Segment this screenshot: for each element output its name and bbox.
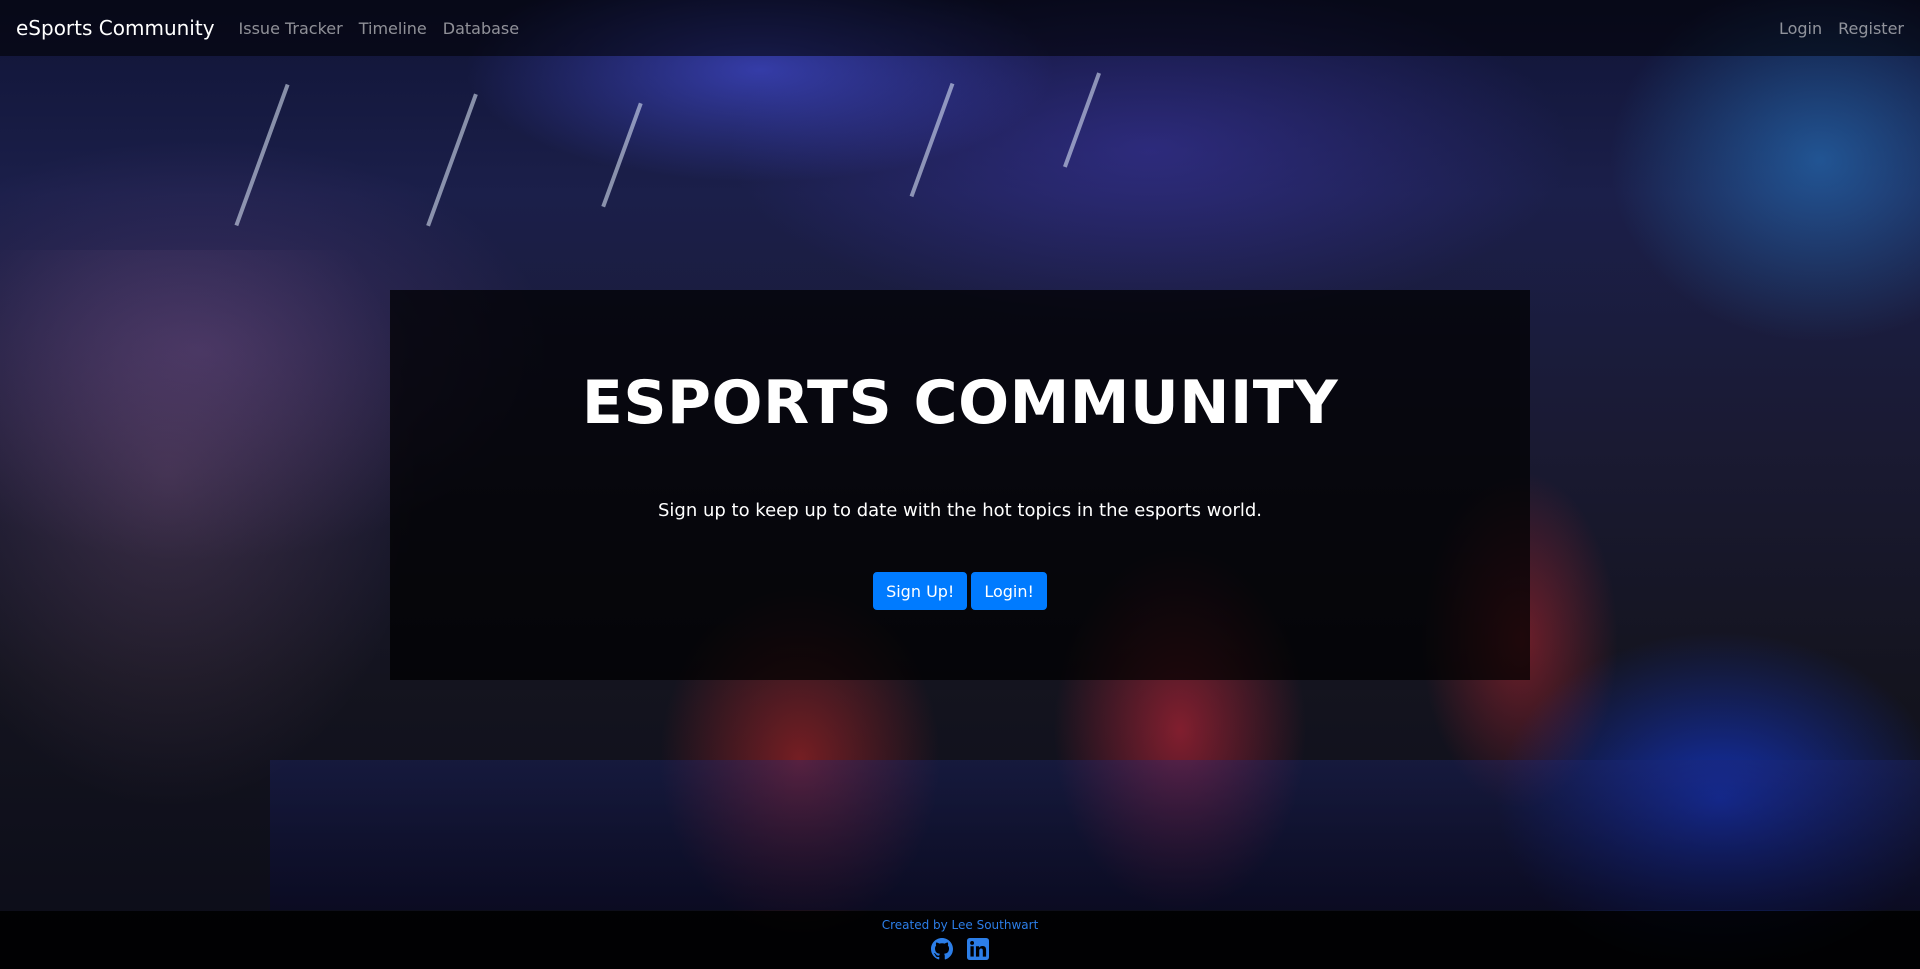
hero-title: ESPORTS COMMUNITY (581, 368, 1339, 438)
top-navbar: eSports Community Issue Tracker Timeline… (0, 0, 1920, 56)
nav-login[interactable]: Login (1779, 19, 1822, 38)
hero-subtitle: Sign up to keep up to date with the hot … (657, 500, 1263, 521)
hero-buttons: Sign Up! Login! (390, 572, 1530, 610)
nav-timeline[interactable]: Timeline (359, 19, 427, 38)
nav-right-group: Login Register (1763, 19, 1904, 38)
light-beam (601, 102, 643, 208)
light-beam (234, 83, 290, 227)
page-footer: Created by Lee Southwart (0, 911, 1920, 969)
linkedin-icon[interactable] (967, 938, 989, 960)
footer-credit-link[interactable]: Created by Lee Southwart (0, 918, 1920, 932)
crowd-area (0, 250, 420, 810)
hero-panel: ESPORTS COMMUNITY Sign up to keep up to … (390, 290, 1530, 680)
nav-issue-tracker[interactable]: Issue Tracker (239, 19, 343, 38)
light-beam (909, 82, 955, 198)
signup-button[interactable]: Sign Up! (873, 572, 968, 610)
social-icons (0, 938, 1920, 960)
stage-area (270, 760, 1920, 910)
login-button[interactable]: Login! (971, 572, 1047, 610)
light-beam (1063, 72, 1101, 168)
nav-register[interactable]: Register (1838, 19, 1904, 38)
nav-database[interactable]: Database (443, 19, 519, 38)
light-beam (426, 93, 478, 227)
brand-link[interactable]: eSports Community (16, 16, 215, 40)
github-icon[interactable] (931, 938, 953, 960)
